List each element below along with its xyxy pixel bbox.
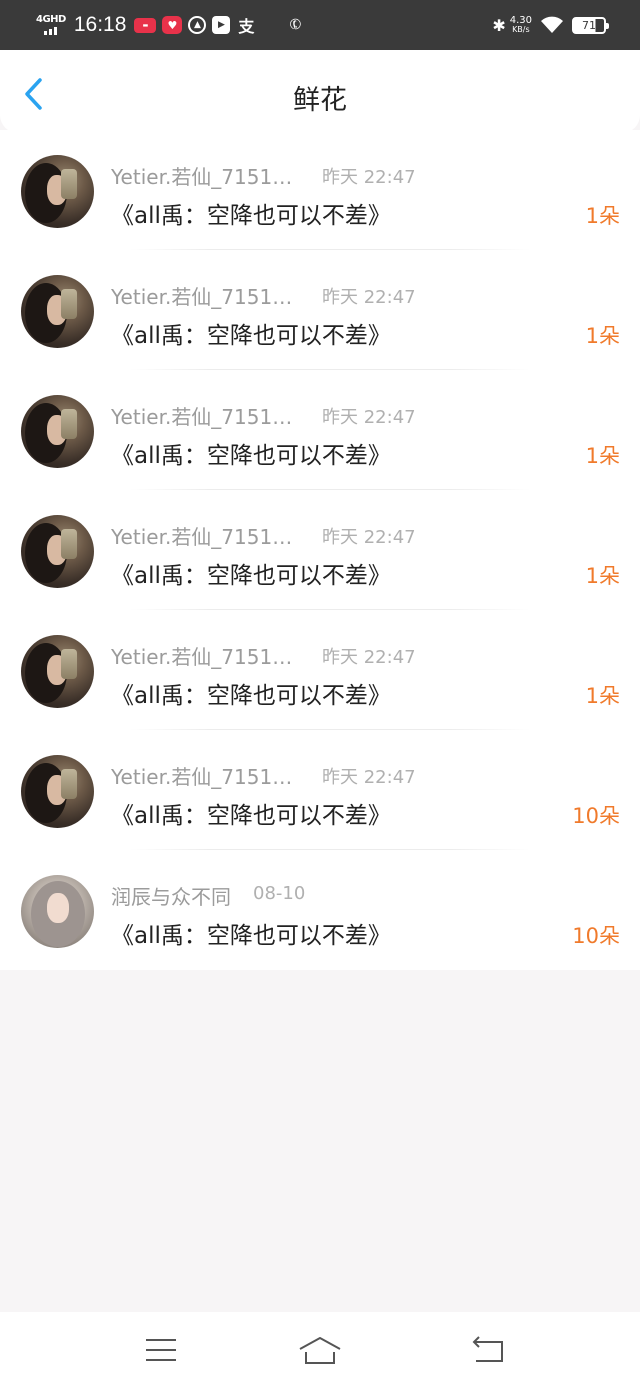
battery-icon: 71: [572, 16, 609, 34]
flower-count: 1朵: [585, 564, 620, 588]
user-name[interactable]: Yetier.若仙_7151…: [111, 521, 292, 550]
user-name[interactable]: Yetier.若仙_7151…: [111, 761, 292, 790]
back-icon[interactable]: [466, 1334, 512, 1366]
user-name[interactable]: 润辰与众不同: [111, 881, 231, 910]
battery-level: 71: [582, 18, 596, 32]
flower-count: 1朵: [585, 204, 620, 228]
timestamp: 昨天 22:47: [322, 407, 416, 428]
page-title: 鲜花: [293, 85, 347, 116]
menu-icon[interactable]: [138, 1334, 184, 1366]
speed-unit: KB/s: [512, 25, 530, 34]
user-name[interactable]: Yetier.若仙_7151…: [111, 161, 292, 190]
phone-icon: ✆: [287, 15, 306, 35]
avatar[interactable]: [21, 755, 94, 828]
timestamp: 昨天 22:47: [322, 647, 416, 668]
list-item[interactable]: Yetier.若仙_7151… 昨天 22:47 《all禹：空降也可以不差》 …: [0, 610, 640, 730]
flower-count: 1朵: [585, 324, 620, 348]
list-item[interactable]: Yetier.若仙_7151… 昨天 22:47 《all禹：空降也可以不差》 …: [0, 130, 640, 250]
avatar[interactable]: [21, 635, 94, 708]
avatar[interactable]: [21, 155, 94, 228]
book-title[interactable]: 《all禹：空降也可以不差》: [111, 676, 391, 710]
network-speed: 4.30 KB/s: [510, 16, 532, 34]
avatar[interactable]: [21, 515, 94, 588]
list-item[interactable]: Yetier.若仙_7151… 昨天 22:47 《all禹：空降也可以不差》 …: [0, 370, 640, 490]
wifi-icon: [541, 16, 563, 33]
flower-count: 1朵: [585, 444, 620, 468]
book-title[interactable]: 《all禹：空降也可以不差》: [111, 556, 391, 590]
book-title[interactable]: 《all禹：空降也可以不差》: [111, 796, 391, 830]
list-item[interactable]: 润辰与众不同 08-10 《all禹：空降也可以不差》 10朵: [0, 850, 640, 970]
user-name[interactable]: Yetier.若仙_7151…: [111, 641, 292, 670]
avatar[interactable]: [21, 395, 94, 468]
avatar[interactable]: [21, 275, 94, 348]
timestamp: 08-10: [253, 883, 306, 904]
signal-icon: 4GHD: [36, 15, 66, 35]
book-title[interactable]: 《all禹：空降也可以不差》: [111, 316, 391, 350]
list-item[interactable]: Yetier.若仙_7151… 昨天 22:47 《all禹：空降也可以不差》 …: [0, 490, 640, 610]
bluetooth-icon: ✱: [492, 15, 506, 35]
book-title[interactable]: 《all禹：空降也可以不差》: [111, 436, 391, 470]
timestamp: 昨天 22:47: [322, 767, 416, 788]
home-icon[interactable]: [297, 1334, 343, 1366]
zhi-app-icon: 支: [238, 17, 255, 36]
status-bar: 4GHD 16:18 ▬ ♥ ▲ ▶ 支 ✆ ✱ 4.30 KB/s 71: [0, 0, 640, 50]
flower-count: 10朵: [572, 804, 620, 828]
clock: 16:18: [73, 13, 127, 36]
flower-count: 10朵: [572, 924, 620, 948]
xiaohongshu-icon: ▬: [134, 17, 157, 33]
timestamp: 昨天 22:47: [322, 287, 416, 308]
play-app-icon: ▶: [212, 16, 231, 34]
avatar[interactable]: [21, 875, 94, 948]
flame-app-icon: ▲: [188, 16, 207, 34]
heart-app-icon: ♥: [162, 16, 183, 34]
user-name[interactable]: Yetier.若仙_7151…: [111, 281, 292, 310]
book-title[interactable]: 《all禹：空降也可以不差》: [111, 196, 391, 230]
book-title[interactable]: 《all禹：空降也可以不差》: [111, 916, 391, 950]
list-item[interactable]: Yetier.若仙_7151… 昨天 22:47 《all禹：空降也可以不差》 …: [0, 730, 640, 850]
timestamp: 昨天 22:47: [322, 527, 416, 548]
user-name[interactable]: Yetier.若仙_7151…: [111, 401, 292, 430]
system-nav-bar: [0, 1312, 640, 1387]
page-header: 鲜花: [0, 50, 640, 133]
timestamp: 昨天 22:47: [322, 167, 416, 188]
flower-count: 1朵: [585, 684, 620, 708]
flower-list: Yetier.若仙_7151… 昨天 22:47 《all禹：空降也可以不差》 …: [0, 130, 640, 970]
list-item[interactable]: Yetier.若仙_7151… 昨天 22:47 《all禹：空降也可以不差》 …: [0, 250, 640, 370]
network-type: 4GHD: [36, 14, 66, 25]
